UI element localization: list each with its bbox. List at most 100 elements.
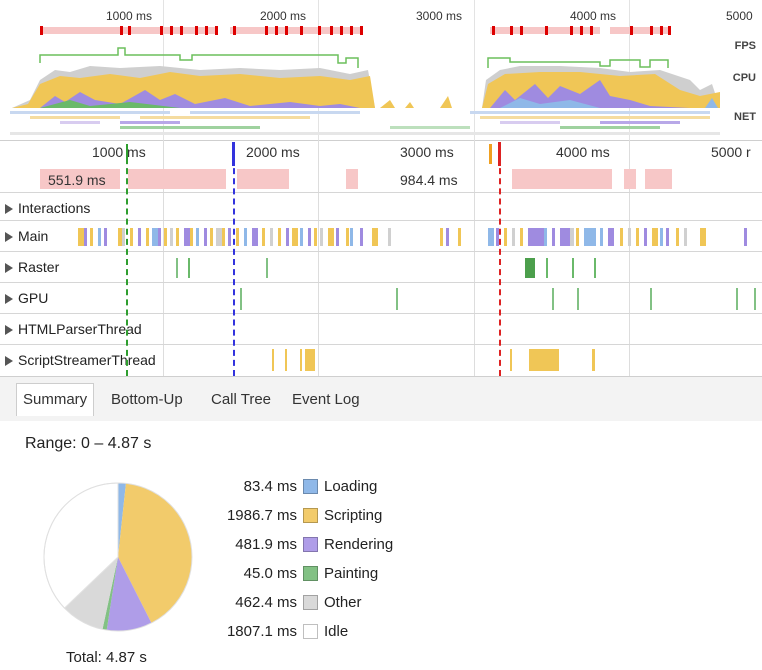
main-thread-event[interactable] [576, 228, 579, 246]
main-thread-event[interactable] [520, 228, 523, 246]
main-thread-event[interactable] [278, 228, 281, 246]
frames-row[interactable] [0, 140, 762, 192]
frame-block[interactable] [128, 169, 226, 189]
main-thread-event[interactable] [158, 228, 161, 246]
main-thread-event[interactable] [652, 228, 658, 246]
main-thread-event[interactable] [458, 228, 461, 246]
main-thread-event[interactable] [350, 228, 353, 246]
raster-events[interactable] [0, 252, 762, 282]
main-thread-event[interactable] [744, 228, 747, 246]
main-thread-event[interactable] [164, 228, 167, 246]
main-thread-event[interactable] [666, 228, 669, 246]
main-thread-event[interactable] [446, 228, 449, 246]
main-thread-event[interactable] [286, 228, 289, 246]
main-thread-event[interactable] [236, 228, 239, 246]
main-thread-event[interactable] [628, 228, 631, 246]
tab-bottom-up[interactable]: Bottom-Up [108, 387, 186, 412]
gpu-event[interactable] [577, 288, 579, 310]
gpu-events[interactable] [0, 283, 762, 313]
script-streamer-event[interactable] [300, 349, 302, 371]
script-streamer-event[interactable] [529, 349, 559, 371]
raster-event[interactable] [546, 258, 548, 278]
raster-event[interactable] [188, 258, 190, 278]
timeline-overview[interactable]: 1000 ms 2000 ms 3000 ms 4000 ms 5000 FPS… [0, 0, 762, 141]
main-thread-event[interactable] [308, 228, 311, 246]
expand-triangle-icon[interactable] [5, 356, 13, 366]
main-thread-event[interactable] [644, 228, 647, 246]
main-thread-event[interactable] [504, 228, 507, 246]
main-thread-event[interactable] [138, 228, 141, 246]
main-thread-event[interactable] [608, 228, 614, 246]
frame-block[interactable] [624, 169, 636, 189]
gpu-event[interactable] [736, 288, 738, 310]
tab-call-tree[interactable]: Call Tree [208, 387, 274, 412]
main-thread-event[interactable] [262, 228, 265, 246]
main-thread-event[interactable] [700, 228, 706, 246]
main-thread-event[interactable] [360, 228, 363, 246]
main-thread-event[interactable] [676, 228, 679, 246]
main-thread-event[interactable] [314, 228, 317, 246]
main-thread-event[interactable] [488, 228, 494, 246]
script-streamer-event[interactable] [510, 349, 512, 371]
main-thread-event[interactable] [300, 228, 303, 246]
track-gpu[interactable]: GPU [0, 282, 762, 313]
main-thread-event[interactable] [636, 228, 639, 246]
raster-event[interactable] [176, 258, 178, 278]
raster-event[interactable] [572, 258, 574, 278]
track-scriptstreamer[interactable]: ScriptStreamerThread [0, 344, 762, 375]
expand-triangle-icon[interactable] [5, 232, 13, 242]
track-interactions[interactable]: Interactions [0, 192, 762, 223]
frame-block[interactable] [512, 169, 612, 189]
main-thread-event[interactable] [584, 228, 596, 246]
main-thread-event[interactable] [104, 228, 107, 246]
main-thread-event[interactable] [512, 228, 515, 246]
main-thread-event[interactable] [440, 228, 443, 246]
main-thread-event[interactable] [336, 228, 339, 246]
main-thread-event[interactable] [346, 228, 349, 246]
main-thread-event[interactable] [660, 228, 663, 246]
main-thread-event[interactable] [544, 228, 547, 246]
gpu-event[interactable] [396, 288, 398, 310]
main-thread-event[interactable] [372, 228, 378, 246]
script-streamer-event[interactable] [592, 349, 595, 371]
main-thread-event[interactable] [146, 228, 149, 246]
tab-summary[interactable]: Summary [16, 383, 95, 416]
main-thread-event[interactable] [292, 228, 298, 246]
script-streamer-event[interactable] [285, 349, 287, 371]
main-thread-event[interactable] [530, 228, 544, 246]
main-thread-event[interactable] [210, 228, 213, 246]
gpu-event[interactable] [552, 288, 554, 310]
main-thread-event[interactable] [98, 228, 101, 246]
main-thread-event[interactable] [270, 228, 273, 246]
main-thread-event[interactable] [84, 228, 87, 246]
track-raster[interactable]: Raster [0, 251, 762, 282]
main-thread-event[interactable] [170, 228, 173, 246]
expand-triangle-icon[interactable] [5, 325, 13, 335]
main-thread-event[interactable] [388, 228, 391, 246]
gpu-event[interactable] [240, 288, 242, 310]
main-thread-event[interactable] [176, 228, 179, 246]
expand-triangle-icon[interactable] [5, 204, 13, 214]
main-thread-event[interactable] [620, 228, 623, 246]
script-streamer-event[interactable] [305, 349, 315, 371]
main-thread-event[interactable] [130, 228, 133, 246]
frame-block[interactable] [346, 169, 358, 189]
gpu-event[interactable] [754, 288, 756, 310]
gpu-event[interactable] [650, 288, 652, 310]
raster-event[interactable] [525, 258, 535, 278]
expand-triangle-icon[interactable] [5, 294, 13, 304]
frame-block[interactable] [645, 169, 672, 189]
main-thread-event[interactable] [600, 228, 603, 246]
main-thread-event[interactable] [228, 228, 231, 246]
main-thread-event[interactable] [122, 228, 125, 246]
main-thread-events[interactable] [0, 221, 762, 251]
main-thread-event[interactable] [684, 228, 687, 246]
main-thread-event[interactable] [190, 228, 193, 246]
main-thread-event[interactable] [552, 228, 555, 246]
main-thread-event[interactable] [196, 228, 199, 246]
script-streamer-event[interactable] [272, 349, 274, 371]
main-thread-event[interactable] [90, 228, 93, 246]
raster-event[interactable] [594, 258, 596, 278]
main-thread-event[interactable] [328, 228, 334, 246]
track-htmlparser[interactable]: HTMLParserThread [0, 313, 762, 344]
